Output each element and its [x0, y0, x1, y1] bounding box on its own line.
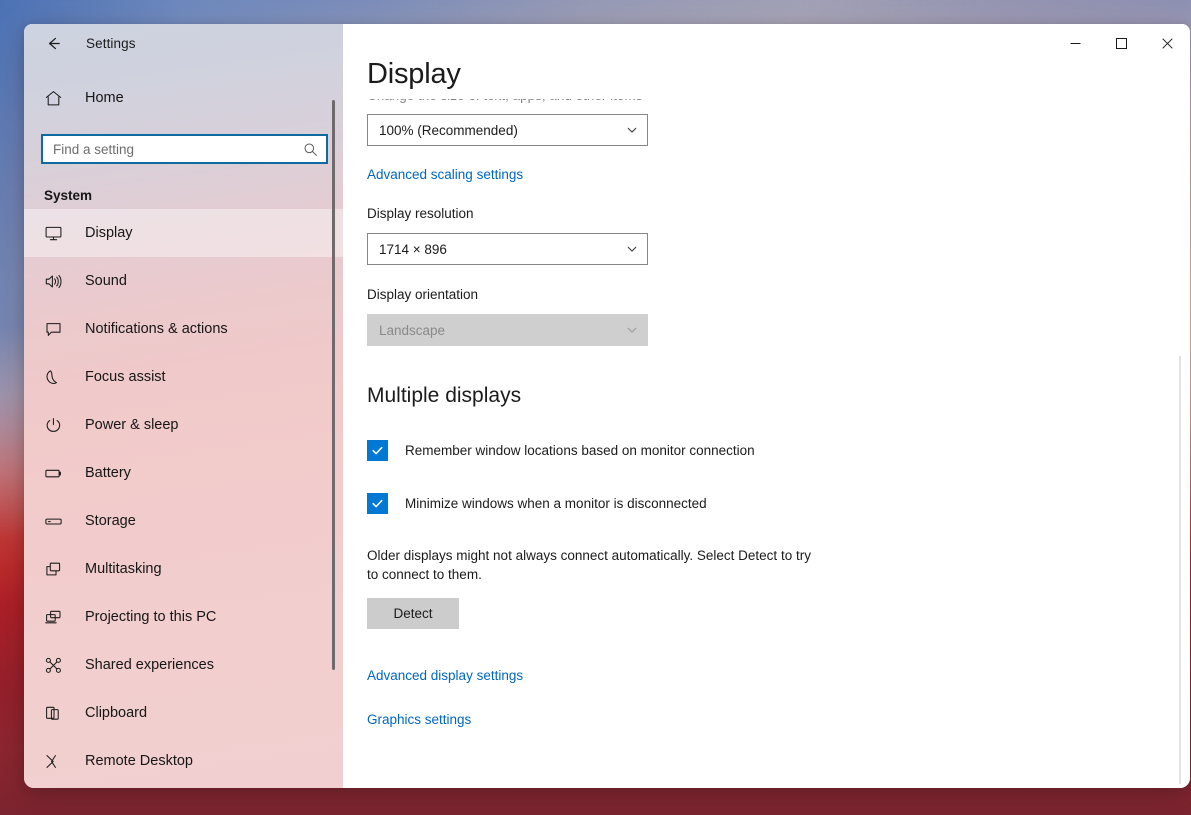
sidebar-section-header: System: [44, 188, 93, 203]
sidebar-item-label: Storage: [85, 513, 136, 529]
projecting-icon: [44, 608, 63, 627]
shared-icon: [44, 656, 63, 675]
sidebar-item-notifications-actions[interactable]: Notifications & actions: [24, 305, 343, 353]
sidebar-item-focus-assist[interactable]: Focus assist: [24, 353, 343, 401]
detect-button[interactable]: Detect: [367, 598, 459, 629]
battery-icon: [44, 464, 63, 483]
checkbox-label: Remember window locations based on monit…: [405, 443, 755, 458]
minimize-windows-checkbox-row[interactable]: Minimize windows when a monitor is disco…: [367, 493, 1190, 514]
checkbox-label: Minimize windows when a monitor is disco…: [405, 496, 707, 511]
sidebar-item-label: Shared experiences: [85, 657, 214, 673]
chevron-down-icon: [626, 124, 638, 136]
display-resolution-dropdown[interactable]: 1714 × 896: [367, 233, 648, 265]
monitor-icon: [44, 224, 63, 243]
sidebar-item-remote-desktop[interactable]: Remote Desktop: [24, 737, 343, 785]
sidebar-item-label: Projecting to this PC: [85, 609, 217, 625]
sidebar: Home System: [24, 24, 343, 788]
sidebar-item-home[interactable]: Home: [24, 78, 343, 118]
sidebar-item-sound[interactable]: Sound: [24, 257, 343, 305]
scale-dropdown[interactable]: 100% (Recommended): [367, 114, 648, 146]
window-body: Home System: [24, 24, 1190, 788]
minimize-button[interactable]: [1052, 24, 1098, 62]
display-resolution-label: Display resolution: [367, 206, 474, 221]
sidebar-item-display[interactable]: Display: [24, 209, 343, 257]
back-arrow-icon[interactable]: [40, 30, 66, 56]
main-scrollbar-track[interactable]: [1179, 356, 1181, 784]
sidebar-scroll-area: Home System: [24, 62, 343, 788]
sidebar-item-label: Clipboard: [85, 705, 148, 721]
sidebar-home-label: Home: [85, 90, 124, 106]
display-orientation-label: Display orientation: [367, 287, 479, 302]
close-button[interactable]: [1144, 24, 1190, 62]
maximize-button[interactable]: [1098, 24, 1144, 62]
scale-label-text: Change the size of text, apps, and other…: [367, 99, 642, 103]
search-box[interactable]: [41, 134, 328, 164]
window-titlebar: Settings: [24, 24, 1190, 62]
display-orientation-dropdown: Landscape: [367, 314, 648, 346]
sidebar-search: [41, 134, 328, 164]
search-input[interactable]: [53, 137, 303, 161]
notification-icon: [44, 320, 63, 339]
detect-description: Older displays might not always connect …: [367, 548, 811, 582]
sidebar-item-clipboard[interactable]: Clipboard: [24, 689, 343, 737]
titlebar-left: Settings: [24, 24, 343, 62]
sidebar-item-label: Focus assist: [85, 369, 166, 385]
remember-window-locations-checkbox-row[interactable]: Remember window locations based on monit…: [367, 440, 1190, 461]
checkbox-checked-icon[interactable]: [367, 440, 388, 461]
main-content: Display Change the size of text, apps, a…: [343, 24, 1190, 788]
page-title: Display: [367, 58, 461, 90]
sidebar-item-battery[interactable]: Battery: [24, 449, 343, 497]
settings-window: Settings Home Find a setting System Disp…: [24, 24, 1190, 788]
storage-icon: [44, 512, 63, 531]
display-orientation-value: Landscape: [379, 322, 446, 338]
multitasking-icon: [44, 560, 63, 579]
sidebar-nav-list: Display Sound Notifications & actions Fo…: [24, 209, 343, 788]
sidebar-item-label: Multitasking: [85, 561, 162, 577]
app-title: Settings: [86, 35, 136, 51]
sidebar-item-label: Battery: [85, 465, 131, 481]
multiple-displays-heading: Multiple displays: [367, 384, 522, 407]
display-resolution-value: 1714 × 896: [379, 241, 447, 257]
moon-icon: [44, 368, 63, 387]
chevron-down-icon: [626, 243, 638, 255]
remote-desktop-icon: [44, 752, 63, 771]
sidebar-scrollbar[interactable]: [328, 62, 340, 788]
search-icon: [303, 142, 320, 157]
chevron-down-icon: [626, 324, 638, 336]
scale-label-clipped: Change the size of text, apps, and other…: [367, 99, 1190, 112]
sidebar-item-label: Power & sleep: [85, 417, 179, 433]
checkbox-checked-icon[interactable]: [367, 493, 388, 514]
advanced-scaling-settings-link[interactable]: Advanced scaling settings: [367, 167, 523, 182]
main-scroll-area: Display Change the size of text, apps, a…: [343, 24, 1190, 788]
sidebar-item-power-sleep[interactable]: Power & sleep: [24, 401, 343, 449]
sidebar-item-label: Remote Desktop: [85, 753, 193, 769]
sidebar-item-label: Display: [85, 225, 133, 241]
sidebar-item-label: Sound: [85, 273, 127, 289]
clipboard-icon: [44, 704, 63, 723]
sidebar-item-projecting-to-this-pc[interactable]: Projecting to this PC: [24, 593, 343, 641]
sidebar-item-multitasking[interactable]: Multitasking: [24, 545, 343, 593]
titlebar-drag-area: [343, 24, 1052, 62]
home-icon: [44, 89, 63, 108]
sidebar-item-shared-experiences[interactable]: Shared experiences: [24, 641, 343, 689]
sidebar-item-label: Notifications & actions: [85, 321, 228, 337]
speaker-icon: [44, 272, 63, 291]
advanced-display-settings-link[interactable]: Advanced display settings: [367, 668, 523, 683]
sidebar-item-storage[interactable]: Storage: [24, 497, 343, 545]
display-settings-region: Change the size of text, apps, and other…: [367, 99, 1190, 729]
scale-value: 100% (Recommended): [379, 122, 518, 138]
window-controls: [1052, 24, 1190, 62]
desktop-wallpaper: Settings Home Find a setting System Disp…: [0, 0, 1191, 815]
graphics-settings-link[interactable]: Graphics settings: [367, 712, 471, 727]
sidebar-scrollbar-thumb[interactable]: [332, 100, 335, 670]
main-scrollbar[interactable]: [1174, 62, 1186, 788]
power-icon: [44, 416, 63, 435]
